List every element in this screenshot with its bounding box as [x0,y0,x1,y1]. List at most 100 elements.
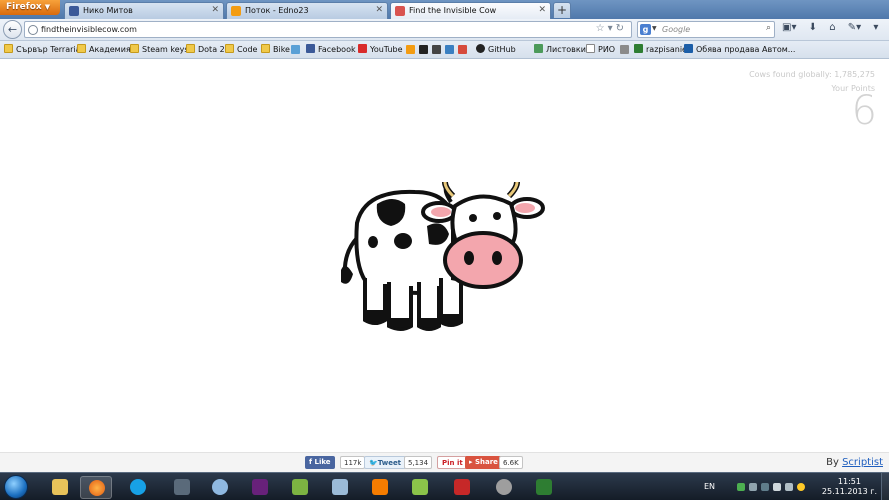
taskbar-visual-studio[interactable] [244,476,276,499]
bookmark-item[interactable]: РИО [586,44,615,54]
google-icon[interactable]: g [640,24,651,35]
tray-icon[interactable] [797,483,805,491]
scriptist-link[interactable]: Scriptist [842,457,883,468]
taskbar-explorer[interactable] [44,476,76,499]
reload-icon[interactable]: ↻ [616,23,627,34]
tray-icon[interactable] [749,483,757,491]
steam-icon [174,479,190,495]
share-count: 6.6K [499,456,523,469]
tab-invisible-cow[interactable]: Find the Invisible Cow ✕ [390,2,551,20]
close-icon[interactable]: ✕ [538,5,546,15]
cow-illustration[interactable] [335,178,555,338]
new-tab-button[interactable]: + [553,2,571,18]
tab-niko-mitov[interactable]: Нико Митов ✕ [64,2,224,19]
taskbar-filezilla[interactable] [446,476,478,499]
bookmark-item[interactable]: Code [225,44,257,54]
pinterest-button[interactable]: Pin it [437,456,468,469]
tweet-button[interactable]: 🐦Tweet [364,456,407,469]
share-label: Share [474,458,498,466]
bookmark-item[interactable]: razpisanie [634,44,687,54]
bookmark-item[interactable]: Сървър Terraria [4,44,81,54]
bookmark-item[interactable]: GitHub [476,44,516,54]
app-icon[interactable] [432,45,441,54]
facebook-like-button[interactable]: f Like [305,456,335,469]
youtube-icon [358,44,367,53]
bookmark-label: Листовки [546,45,586,54]
menu-icon[interactable]: ▾ [873,22,878,33]
search-icon[interactable]: ⌕ [766,23,771,33]
page-content[interactable]: Cows found globally: 1,785,275 Your Poin… [0,60,889,452]
download-icon[interactable]: ⬇ [809,22,817,33]
firefox-menu-button[interactable]: Firefox ▼ [0,0,60,15]
bookmark-item[interactable]: Bike [261,44,290,54]
app-icon[interactable] [445,45,454,54]
bookmark-item[interactable]: Листовки [534,44,586,54]
dropdown-icon[interactable]: ▾ [608,23,616,34]
addon-icon[interactable]: ✎▾ [848,22,861,33]
bookmark-item[interactable]: Facebook [306,44,356,54]
globe-icon [28,25,38,35]
taskbar-terminal[interactable] [528,476,560,499]
system-tray: EN 11:51 25.11.2013 г. [689,473,889,500]
bookmark-item[interactable]: YouTube [358,44,403,54]
editor-icon [412,479,428,495]
bookmark-item[interactable]: Академия [77,44,131,54]
bookmark-label: Steam keys [142,45,189,54]
folder-icon [77,44,86,53]
chevron-down-icon[interactable]: ▼ [652,25,657,32]
taskbar-virtualbox[interactable] [324,476,356,499]
bookmark-label: Сървър Terraria [16,45,81,54]
taskbar-xampp[interactable] [364,476,396,499]
taskbar-steam[interactable] [166,476,198,499]
app-icon[interactable] [419,45,428,54]
address-bar[interactable]: findtheinvisiblecow.com ☆▾↻ [24,21,632,38]
bookmark-label: Академия [89,45,131,54]
bookmark-item[interactable]: Dota 2 [186,44,225,54]
back-button[interactable]: ← [3,20,22,39]
home-icon[interactable]: ⌂ [829,22,835,33]
navigation-bar: ← findtheinvisiblecow.com ☆▾↻ g ▼ Google… [0,19,889,41]
folder-icon [4,44,13,53]
folder-icon [261,44,270,53]
app-icon[interactable] [620,45,629,54]
clock[interactable]: 11:51 25.11.2013 г. [822,477,877,497]
star-icon[interactable]: ☆ [596,23,608,34]
start-button[interactable] [4,475,28,499]
app-icon [496,479,512,495]
credit-text: By Scriptist [826,457,883,468]
tweet-count: 5,134 [404,456,433,469]
bookmark-item[interactable]: Обява продава Автом... [684,44,795,54]
xampp-icon [372,479,388,495]
show-desktop-button[interactable] [881,473,889,500]
page-footer: f Like 117k 🐦Tweet 5,134 Pin it ▸ Share … [0,452,889,472]
pin-bookmark-icon[interactable] [291,45,300,54]
tab-edno23[interactable]: Поток - Edno23 ✕ [226,2,388,19]
grid-icon [634,44,643,53]
language-indicator[interactable]: EN [704,482,715,491]
bookmark-label: Обява продава Автом... [696,45,796,54]
skype-icon [130,479,146,495]
bookmark-label: Bike [273,45,290,54]
close-icon[interactable]: ✕ [375,5,383,15]
taskbar-firefox[interactable] [80,476,112,499]
bookmark-label: razpisanie [646,45,687,54]
feed-icon[interactable] [406,45,415,54]
close-icon[interactable]: ✕ [211,5,219,15]
network-icon[interactable] [773,483,781,491]
taskbar-notepadpp[interactable] [404,476,436,499]
taskbar-skype[interactable] [122,476,154,499]
search-input[interactable]: g ▼ Google ⌕ [637,21,775,38]
facebook-icon [69,6,79,16]
taskbar-notepad[interactable] [284,476,316,499]
bookmarks-menu-icon[interactable]: ▣▾ [782,22,796,33]
bookmark-item[interactable]: Steam keys [130,44,189,54]
tray-icon[interactable] [737,483,745,491]
volume-icon[interactable] [785,483,793,491]
share-button[interactable]: ▸ Share [465,456,502,469]
folder-icon [130,44,139,53]
tray-icon[interactable] [761,483,769,491]
taskbar-app[interactable] [204,476,236,499]
gmail-icon[interactable] [458,45,467,54]
taskbar-app[interactable] [488,476,520,499]
like-count: 117k [340,456,366,469]
